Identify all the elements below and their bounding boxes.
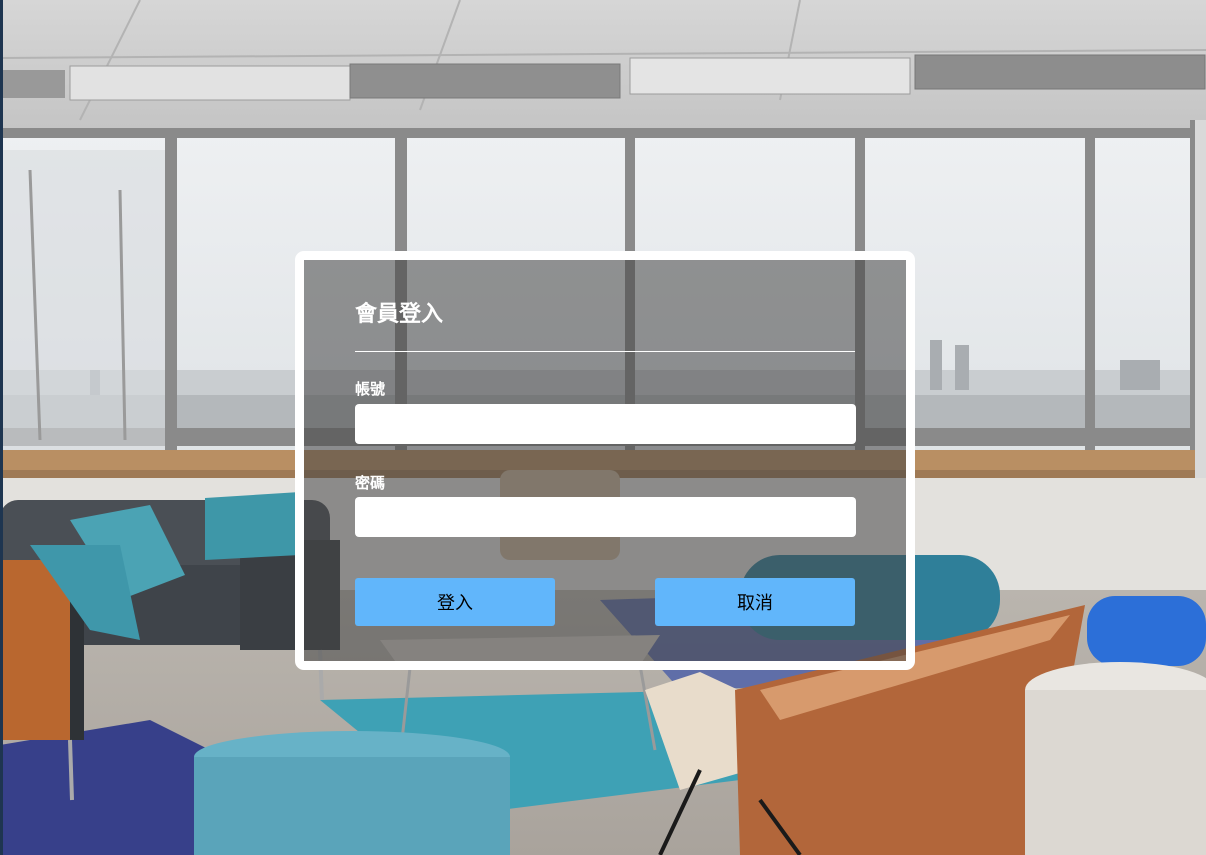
title-divider — [355, 351, 855, 352]
account-input[interactable] — [355, 404, 856, 444]
login-button[interactable]: 登入 — [355, 578, 555, 626]
password-input[interactable] — [355, 497, 856, 537]
cancel-button[interactable]: 取消 — [655, 578, 855, 626]
account-label: 帳號 — [355, 380, 386, 398]
login-page: 會員登入 帳號 密碼 登入 取消 — [0, 0, 1206, 855]
login-title: 會員登入 — [355, 302, 444, 327]
password-label: 密碼 — [355, 474, 386, 492]
left-edge-strip — [0, 0, 3, 855]
login-card: 會員登入 帳號 密碼 登入 取消 — [295, 251, 915, 670]
